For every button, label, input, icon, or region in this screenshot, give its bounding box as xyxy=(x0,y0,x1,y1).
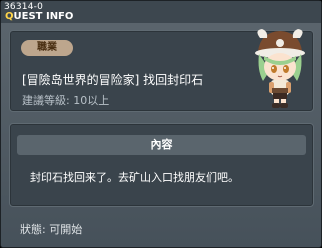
window-title-initial: Q xyxy=(5,11,14,22)
npc-portrait xyxy=(255,29,305,108)
window-title: QUEST INFO xyxy=(5,11,73,22)
quest-name: [冒險岛世界的冒险家] 找回封印石 xyxy=(22,73,204,87)
content-text: 封印石找回来了。去矿山入口找朋友们吧。 xyxy=(30,171,239,184)
window-title-rest: UEST INFO xyxy=(13,11,74,22)
quest-summary-panel: 職業 [冒險岛世界的冒险家] 找回封印石 建議等級: 10以上 xyxy=(9,29,314,112)
quest-status: 狀態: 可開始 xyxy=(20,223,83,236)
recommended-level: 建議等級: 10以上 xyxy=(22,94,110,107)
job-badge: 職業 xyxy=(21,40,73,56)
window-header[interactable]: 36314-0 QUEST INFO xyxy=(1,1,321,23)
content-header: 內容 xyxy=(17,135,306,155)
quest-info-window: 36314-0 QUEST INFO 職業 [冒險岛世界的冒险家] 找回封印石 … xyxy=(0,0,322,248)
quest-content-panel: 內容 封印石找回来了。去矿山入口找朋友们吧。 xyxy=(9,123,314,207)
